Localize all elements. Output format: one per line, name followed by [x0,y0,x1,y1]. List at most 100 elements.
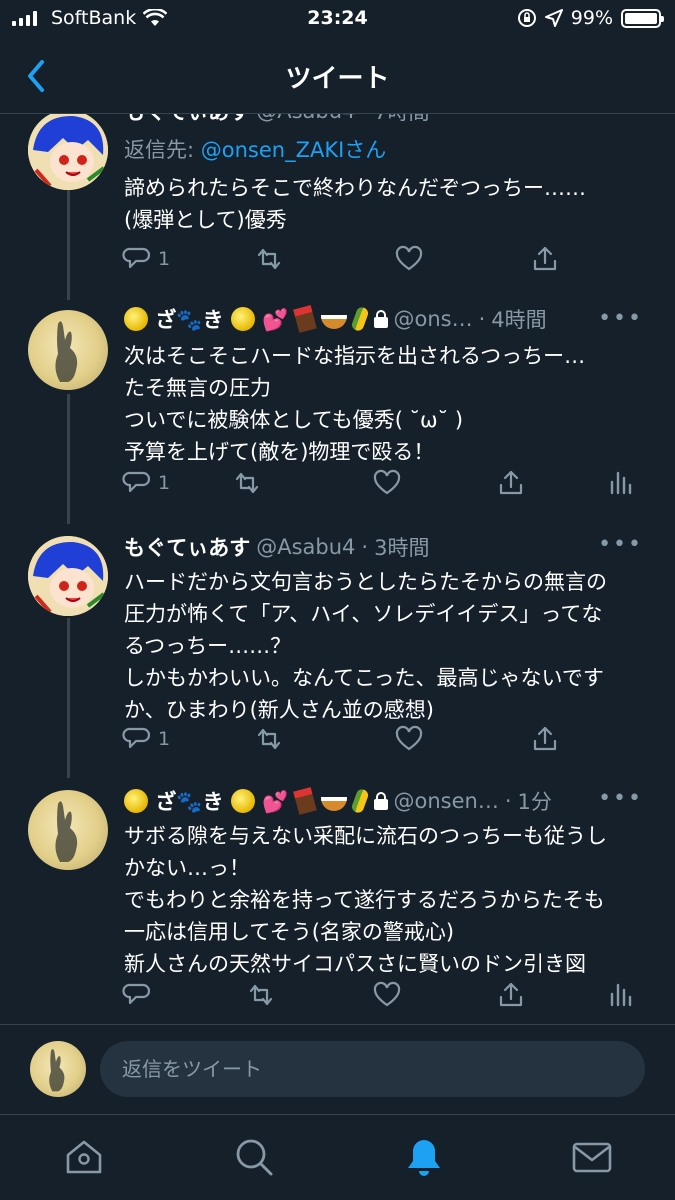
timestamp: 7時間 [374,114,429,126]
tweet-line: ついでに被験体としても優秀( ˘ω˘ ) [124,408,464,432]
tab-search[interactable] [232,1135,276,1179]
share-button[interactable] [496,468,526,498]
avatar[interactable] [28,310,108,390]
retweet-button[interactable] [246,980,276,1010]
display-name[interactable]: ざ🐾き 💕 [124,786,388,816]
paw-emoji: 🐾 [176,308,203,332]
tweet-text: 次はそこそこハードな指示を出されるつっちー… たそ無言の圧力 ついでに被験体とし… [124,340,644,468]
retweet-icon [249,984,273,1006]
avatar[interactable] [28,790,108,870]
reply-icon [122,727,151,749]
tweet[interactable]: ざ🐾き 💕 @ons… · 4時間 ••• 次はそこそこハードな指示を出されるつ… [0,300,675,520]
like-button[interactable] [372,980,402,1010]
handle[interactable]: @ons… [394,307,473,331]
share-button[interactable] [530,244,560,274]
tweet[interactable]: ざ🐾き 💕 @onsen… · 1分 ••• サボる隙を与えない采配に流石のつっ… [0,780,675,1024]
tab-notifications[interactable] [402,1135,446,1179]
reply-count: 1 [158,472,171,494]
reply-count: 1 [158,248,171,270]
more-options-button[interactable]: ••• [598,532,643,557]
reply-button[interactable] [122,980,158,1010]
like-button[interactable] [394,724,424,754]
handle[interactable]: @Asabu4 [256,535,355,559]
status-bar: SoftBank 23:24 99% [0,0,675,40]
more-options-button[interactable]: ••• [598,306,643,331]
reply-button[interactable]: 1 [122,244,170,274]
tweet-line: サボる隙を与えない采配に流石のつっちーも従うし [124,824,607,848]
display-name[interactable]: ざ🐾き 💕 [124,304,388,334]
reply-count: 1 [158,728,171,750]
timestamp: 1分 [517,790,552,814]
separator: · [361,535,369,559]
like-button[interactable] [394,244,424,274]
reply-icon [122,247,151,269]
analytics-button[interactable] [606,468,636,498]
tweet-thread: もぐてぃあす @Asabu4 · 7時間 返信先: @onsen_ZAKIさん … [0,114,675,1024]
handle[interactable]: @onsen… [394,789,499,813]
tab-messages[interactable] [570,1135,614,1179]
like-button[interactable] [372,468,402,498]
action-bar: 1 [122,724,642,756]
reply-to-user[interactable]: @onsen_ZAKIさん [201,138,387,162]
status-right: 99% [517,7,664,29]
analytics-button[interactable] [606,980,636,1010]
more-options-button[interactable]: ••• [598,786,643,811]
tweet-line: 次はそこそこハードな指示を出されるつっちー… [124,344,586,368]
notifications-icon [408,1140,440,1176]
hearts-emoji: 💕 [262,790,289,814]
avatar[interactable] [28,536,108,616]
retweet-button[interactable] [232,468,262,498]
share-icon [533,726,557,751]
handle[interactable]: @Asabu4 [256,114,355,123]
reply-button[interactable]: 1 [122,724,170,754]
timestamp: 3時間 [374,536,430,560]
retweet-icon [257,248,281,270]
orientation-lock-icon [517,9,536,27]
avatar[interactable] [28,114,108,190]
tweet-text: 諦められたらそこで終わりなんだぞつっちー…… (爆弾として)優秀 [124,172,644,236]
display-name[interactable]: もぐてぃあす [124,114,250,126]
curry-emoji [320,797,347,811]
share-button[interactable] [496,980,526,1010]
tweet-line: 諦められたらそこで終わりなんだぞつっちー…… [124,176,586,200]
reply-input[interactable]: 返信をツイート [100,1041,645,1097]
tweet[interactable]: もぐてぃあす @Asabu4 · 7時間 返信先: @onsen_ZAKIさん … [0,114,675,300]
timestamp: 4時間 [491,308,547,332]
home-icon [66,1140,102,1174]
hearts-emoji: 💕 [262,308,289,332]
reply-to-prefix: 返信先: [124,138,201,162]
tab-bar [0,1114,675,1200]
my-avatar[interactable] [30,1041,86,1097]
tweet-meta: もぐてぃあす @Asabu4 · 3時間 [124,532,429,562]
tweet-line: 新人さんの天然サイコパスさに賢いのドン引き図 [124,952,586,976]
separator: · [478,307,486,331]
tweet-meta: ざ🐾き 💕 @onsen… · 1分 [124,786,552,816]
nav-header: ツイート [0,40,675,114]
paw-emoji: 🐾 [176,790,203,814]
chocolate-emoji [292,305,317,333]
tab-home[interactable] [62,1135,106,1179]
share-button[interactable] [530,724,560,754]
rabbit-silhouette-icon [49,1049,65,1092]
corn-emoji [350,305,370,333]
tweet-text: サボる隙を与えない采配に流石のつっちーも従うし かない…っ！ でもわりと余裕を持… [124,820,644,980]
share-icon [499,982,523,1007]
lock-icon [373,310,388,328]
heart-icon [373,981,401,1007]
share-icon [533,246,557,271]
tweet-line: (爆弾として)優秀 [124,208,287,232]
retweet-button[interactable] [254,724,284,754]
tweet-line: か、ひまわり(新人さん並の感想) [124,698,434,722]
tweet-line: たそ無言の圧力 [124,376,271,400]
display-name[interactable]: もぐてぃあす [124,532,250,562]
heart-icon [395,245,423,271]
reply-button[interactable]: 1 [122,468,170,498]
retweet-icon [257,728,281,750]
battery-icon [621,8,664,28]
coin-emoji [124,307,148,331]
retweet-button[interactable] [254,244,284,274]
anime-avatar-icon [28,114,108,190]
anime-avatar-icon [28,536,108,616]
tweet-line: ハードだから文句言おうとしたらたそからの無言の [124,570,607,594]
tweet[interactable]: もぐてぃあす @Asabu4 · 3時間 ••• ハードだから文句言おうとしたら… [0,526,675,776]
